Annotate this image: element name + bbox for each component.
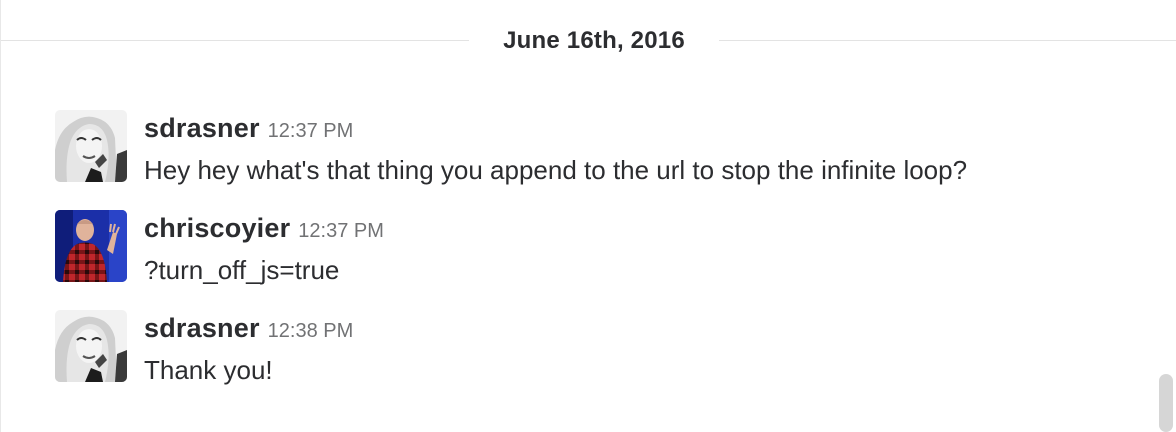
message-timestamp[interactable]: 12:37 PM <box>268 120 354 142</box>
message-text: ?turn_off_js=true <box>144 255 340 285</box>
message-timestamp[interactable]: 12:38 PM <box>268 320 354 342</box>
message-timestamp[interactable]: 12:37 PM <box>298 220 384 242</box>
sdrasner-avatar[interactable] <box>55 110 127 182</box>
message-pane: June 16th, 2016 sdrasner 12:37 PM Hey he… <box>0 0 1176 432</box>
day-divider-label: June 16th, 2016 <box>503 27 685 54</box>
message-item: sdrasner 12:37 PM Hey hey what's that thi… <box>55 108 1155 185</box>
divider-line-right <box>719 40 1176 41</box>
message-meta: chriscoyier 12:37 PM <box>144 208 1144 248</box>
author-name[interactable]: chriscoyier <box>144 213 290 243</box>
message-meta: sdrasner 12:38 PM <box>144 308 1144 348</box>
sdrasner-avatar[interactable] <box>55 310 127 382</box>
chriscoyier-avatar[interactable] <box>55 210 127 282</box>
message-text: Hey hey what's that thing you append to … <box>144 155 968 185</box>
author-name[interactable]: sdrasner <box>144 313 260 343</box>
message-body: sdrasner 12:38 PM Thank you! <box>144 308 1144 390</box>
message-text: Thank you! <box>144 355 273 385</box>
message-body: chriscoyier 12:37 PM ?turn_off_js=true <box>144 208 1144 290</box>
day-divider: June 16th, 2016 <box>1 18 1176 64</box>
author-name[interactable]: sdrasner <box>144 113 260 143</box>
scrollbar-thumb[interactable] <box>1159 374 1173 432</box>
divider-line-left <box>1 40 469 41</box>
message-meta: sdrasner 12:37 PM <box>144 108 1144 148</box>
message-body: sdrasner 12:37 PM Hey hey what's that thi… <box>144 108 1144 190</box>
message-item: sdrasner 12:38 PM Thank you! <box>55 308 1155 385</box>
message-item: chriscoyier 12:37 PM ?turn_off_js=true <box>55 208 1155 285</box>
